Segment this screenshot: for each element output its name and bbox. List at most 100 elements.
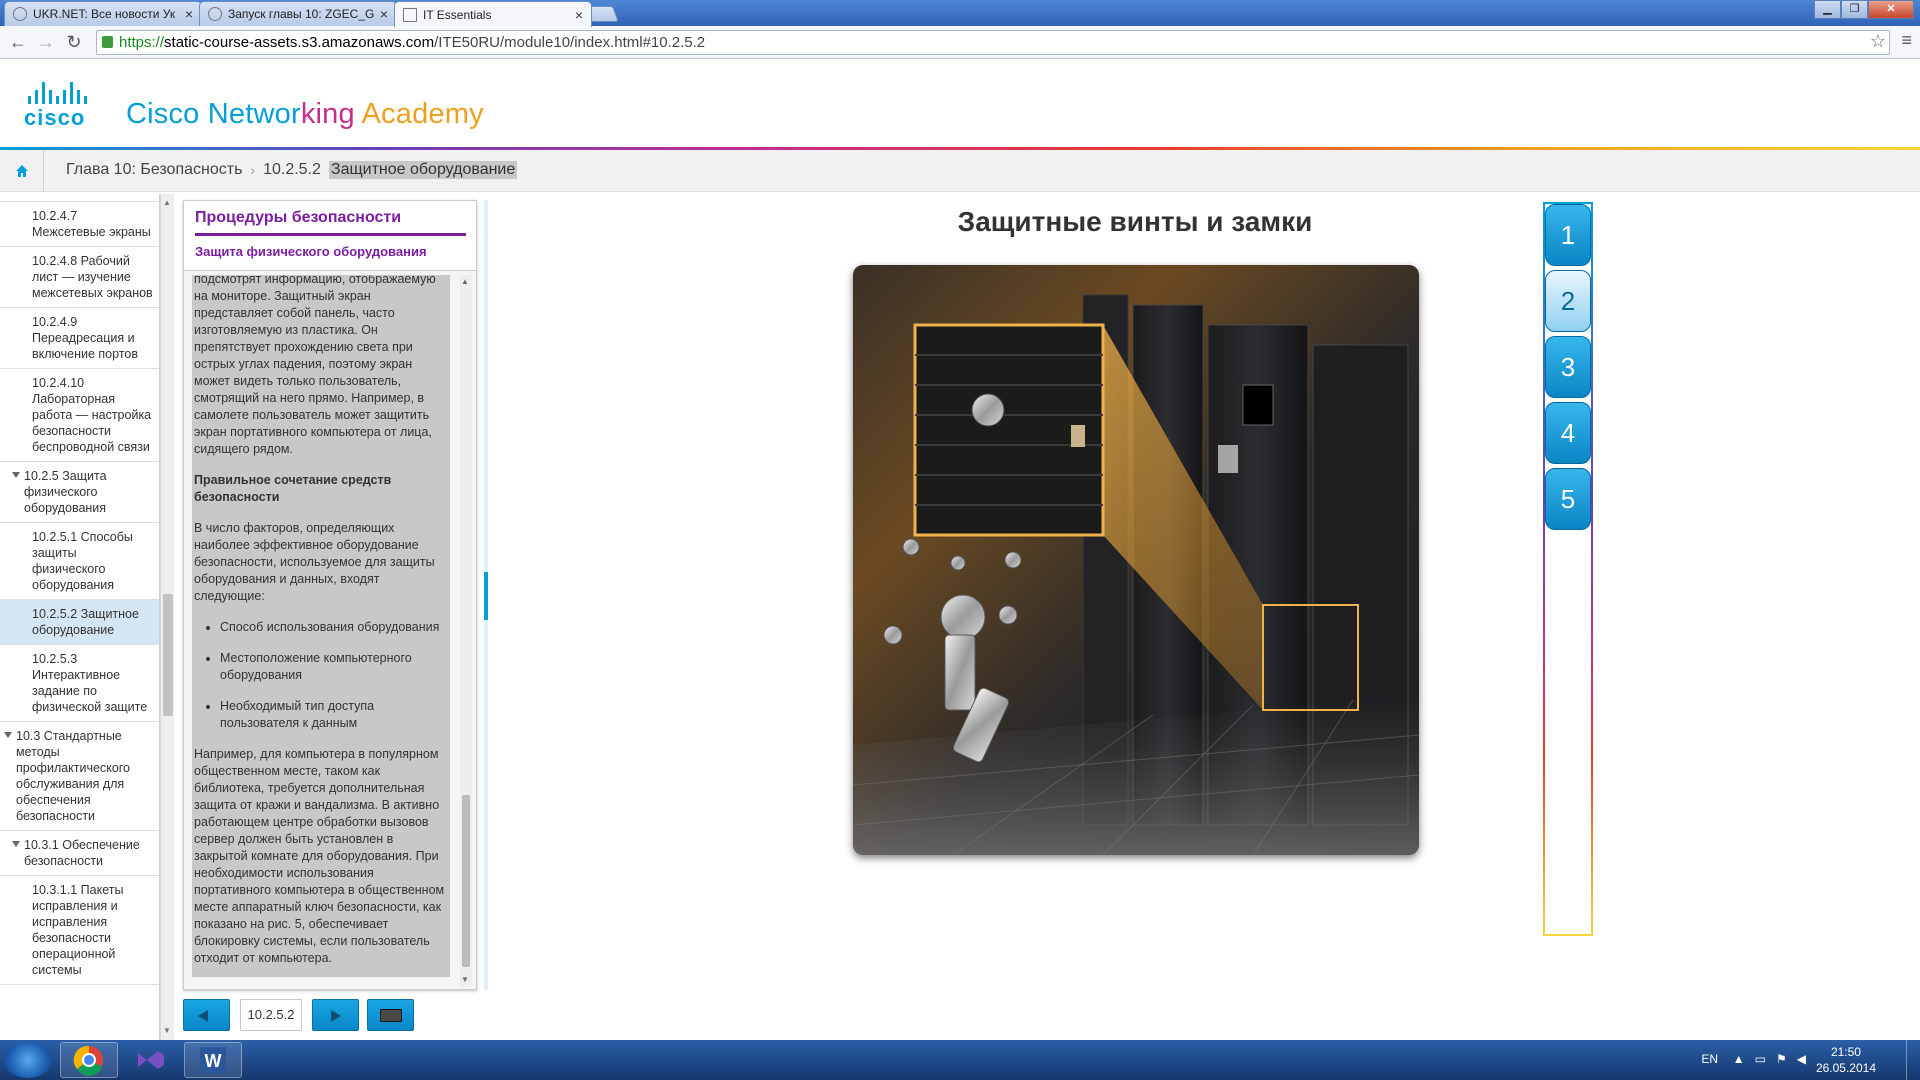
figure-tab-panel: 1 2 3 4 5 (1543, 202, 1593, 936)
figure-tab-1[interactable]: 1 (1545, 204, 1591, 266)
academy-title-part3: Academy (361, 98, 484, 130)
toc-item[interactable]: 10.2.5.1 Способы защиты физического обор… (0, 523, 159, 600)
scroll-down-icon[interactable]: ▼ (163, 1026, 171, 1035)
scroll-up-icon[interactable]: ▲ (163, 198, 171, 207)
toc-item-selected[interactable]: 10.2.5.2 Защитное оборудование (0, 600, 159, 645)
reload-icon[interactable]: ↻ (62, 31, 86, 53)
toc-item-label: 10.2.5 Защита физического оборудования (24, 469, 107, 515)
menu-icon[interactable]: ≡ (1901, 30, 1912, 51)
academy-title-part2: king (300, 98, 362, 130)
browser-toolbar: ← → ↻ https://static-course-assets.s3.am… (0, 26, 1920, 59)
forward-icon[interactable]: → (34, 31, 58, 53)
minimize-icon[interactable]: ▁ (1814, 0, 1841, 19)
academy-title: Cisco Networking Academy (126, 98, 484, 131)
toc-item[interactable]: 10.2.4.10 Лабораторная работа — настройк… (0, 369, 159, 462)
arrow-right-icon (331, 1010, 341, 1022)
figure-tab-4[interactable]: 4 (1545, 402, 1591, 464)
figure-image (853, 265, 1419, 855)
browser-tab-1[interactable]: UKR.NET: Все новости Ук × (4, 1, 202, 26)
toc-item[interactable]: 10.3.1.1 Пакеты исправления и исправлени… (0, 876, 159, 985)
windows-start-icon[interactable] (4, 1042, 52, 1078)
chevron-right-icon: › (250, 162, 256, 178)
close-icon[interactable]: × (571, 7, 587, 23)
text-panel: Процедуры безопасности Защита физическог… (183, 200, 477, 990)
breadcrumb: Глава 10: Безопасность › 10.2.5.2 Защитн… (0, 150, 1920, 192)
volume-icon[interactable]: ◀ (1797, 1052, 1816, 1066)
chrome-taskbar-button[interactable] (60, 1042, 118, 1078)
close-icon[interactable]: × (181, 6, 197, 22)
show-desktop-button[interactable] (1906, 1040, 1920, 1080)
resize-handle-mark[interactable] (484, 572, 488, 620)
network-icon[interactable]: ▭ (1755, 1052, 1776, 1066)
toc-item[interactable]: 10.2.4.8 Рабочий лист — изучение межсете… (0, 247, 159, 308)
close-icon[interactable]: × (376, 6, 392, 22)
browser-tab-3[interactable]: IT Essentials × (394, 1, 592, 27)
globe-icon (13, 7, 27, 21)
figure-tab-5[interactable]: 5 (1545, 468, 1591, 530)
bullet-list: Способ использования оборудования Местоп… (220, 619, 448, 732)
breadcrumb-chapter[interactable]: Глава 10: Безопасность (66, 161, 242, 179)
window-close-icon[interactable]: ✕ (1868, 0, 1914, 19)
expand-triangle-icon[interactable] (4, 732, 12, 738)
tray-icons[interactable]: ▲▭⚑◀ (1733, 1052, 1816, 1066)
lock-icon (102, 36, 113, 48)
flag-icon[interactable]: ⚑ (1776, 1052, 1797, 1066)
browser-tab-2[interactable]: Запуск главы 10: ZGEC_G × (199, 1, 397, 26)
clock-date: 26.05.2014 (1815, 1061, 1876, 1075)
fullscreen-button[interactable] (367, 999, 414, 1031)
toc-item[interactable]: 10.3 Стандартные методы профилактическог… (0, 722, 159, 831)
toc-item-label: 10.3.1 Обеспечение безопасности (24, 838, 140, 868)
toc-scroll-thumb[interactable] (163, 594, 173, 716)
toc-item[interactable]: 10.2.4.9 Переадресация и включение порто… (0, 308, 159, 369)
figure-tab-2[interactable]: 2 (1545, 270, 1591, 332)
expand-triangle-icon[interactable] (12, 472, 20, 478)
next-page-button[interactable] (312, 999, 359, 1031)
cisco-bars-icon (28, 82, 108, 104)
paragraph-heading: Правильное сочетание средств безопасност… (194, 473, 392, 504)
panel-title: Процедуры безопасности (195, 209, 466, 236)
toc-scrollbar[interactable]: ▲ ▼ (160, 194, 174, 1040)
cisco-logo[interactable]: cisco (24, 82, 108, 130)
url-path: /ITE50RU/module10/index.html#10.2.5.2 (434, 34, 706, 51)
home-button[interactable] (0, 150, 44, 192)
previous-page-button[interactable] (183, 999, 230, 1031)
panel-scrollbar[interactable]: ▲ ▼ (460, 275, 472, 987)
address-bar[interactable]: https://static-course-assets.s3.amazonaw… (96, 30, 1890, 55)
visual-studio-icon (138, 1051, 164, 1069)
list-item: Местоположение компьютерного оборудовани… (220, 650, 448, 684)
language-indicator[interactable]: EN (1701, 1052, 1718, 1066)
panel-scroll-thumb[interactable] (462, 795, 470, 967)
word-taskbar-button[interactable]: W (184, 1042, 242, 1078)
back-icon[interactable]: ← (6, 31, 30, 53)
table-of-contents: 10.2.4.7 Межсетевые экраны 10.2.4.8 Рабо… (0, 194, 160, 1040)
monitor-icon (380, 1009, 402, 1022)
clock[interactable]: 21:50 26.05.2014 (1816, 1044, 1876, 1076)
toc-item[interactable]: 10.2.5 Защита физического оборудования (0, 462, 159, 523)
scroll-up-icon[interactable]: ▲ (461, 277, 469, 286)
page-number-field[interactable]: 10.2.5.2 (240, 999, 302, 1031)
visual-studio-taskbar-button[interactable] (122, 1042, 180, 1078)
toc-item[interactable]: 10.3.1 Обеспечение безопасности (0, 831, 159, 876)
browser-tab-title: UKR.NET: Все новости Ук (33, 7, 176, 21)
url-host: static-course-assets.s3.amazonaws.com (164, 34, 435, 51)
browser-tabstrip: UKR.NET: Все новости Ук × Запуск главы 1… (0, 0, 1920, 27)
toc-item-label: 10.3 Стандартные методы профилактическог… (16, 729, 131, 823)
figure-tab-3[interactable]: 3 (1545, 336, 1591, 398)
word-icon: W (200, 1047, 226, 1073)
maximize-icon[interactable]: ❐ (1841, 0, 1868, 19)
window-controls: ▁ ❐ ✕ (1814, 0, 1914, 19)
chevron-up-icon[interactable]: ▲ (1733, 1052, 1755, 1066)
breadcrumb-section-title: Защитное оборудование (328, 161, 518, 179)
browser-tab-title: IT Essentials (423, 7, 492, 22)
document-icon (208, 7, 222, 21)
toc-item[interactable]: 10.2.5.3 Интерактивное задание по физиче… (0, 645, 159, 722)
scroll-down-icon[interactable]: ▼ (461, 975, 469, 984)
toc-item[interactable]: 10.2.4.7 Межсетевые экраны (0, 202, 159, 247)
panel-resize-handle[interactable] (484, 200, 488, 990)
breadcrumb-section-number: 10.2.5.2 (263, 161, 321, 178)
expand-triangle-icon[interactable] (12, 841, 20, 847)
list-item: Способ использования оборудования (220, 619, 448, 636)
clock-time: 21:50 (1830, 1045, 1861, 1059)
bookmark-star-icon[interactable]: ☆ (1870, 31, 1886, 52)
panel-subtitle: Защита физического оборудования (195, 244, 427, 259)
